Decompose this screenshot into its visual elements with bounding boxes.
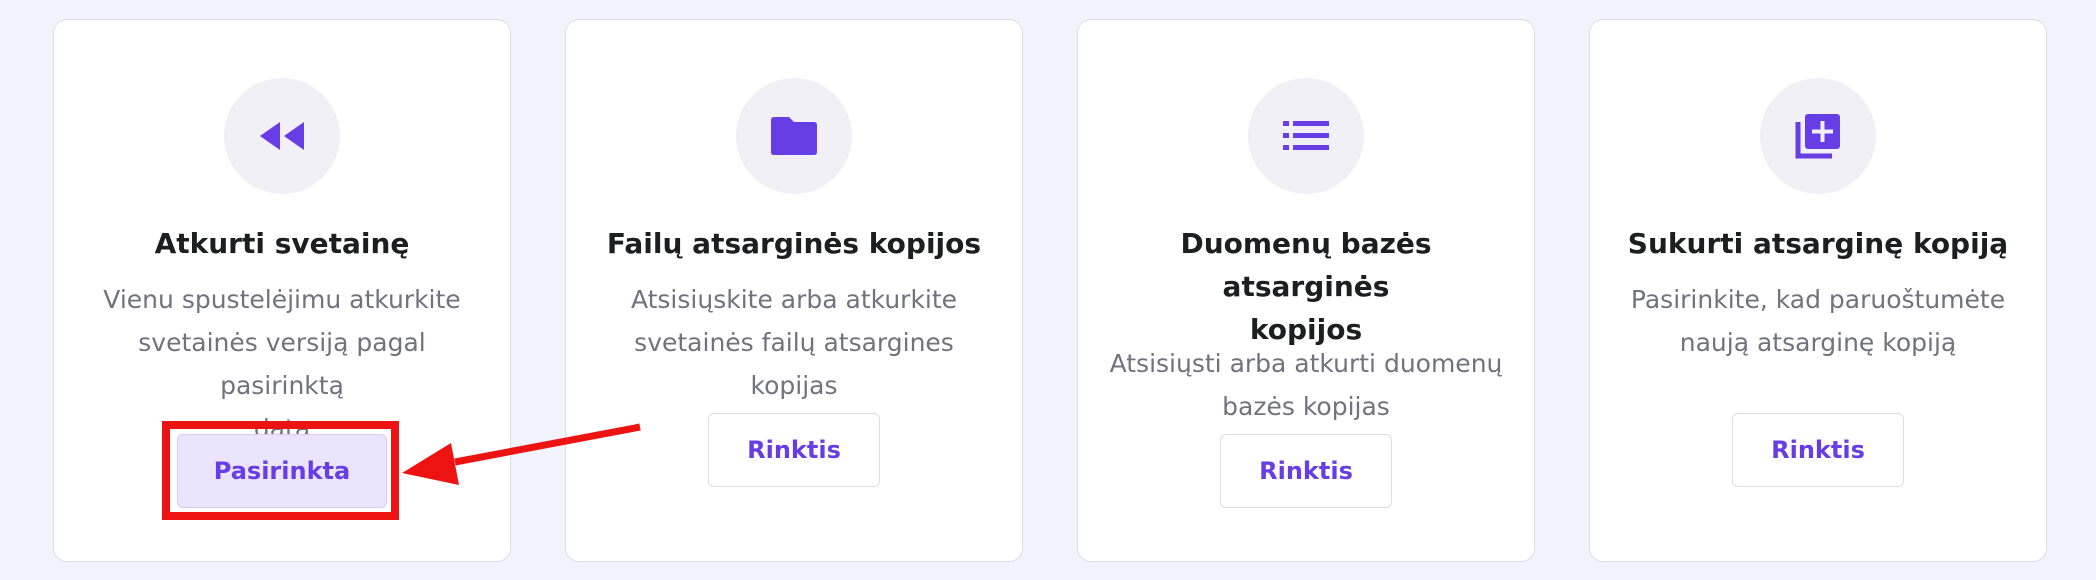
annotation-arrow: [402, 423, 641, 485]
